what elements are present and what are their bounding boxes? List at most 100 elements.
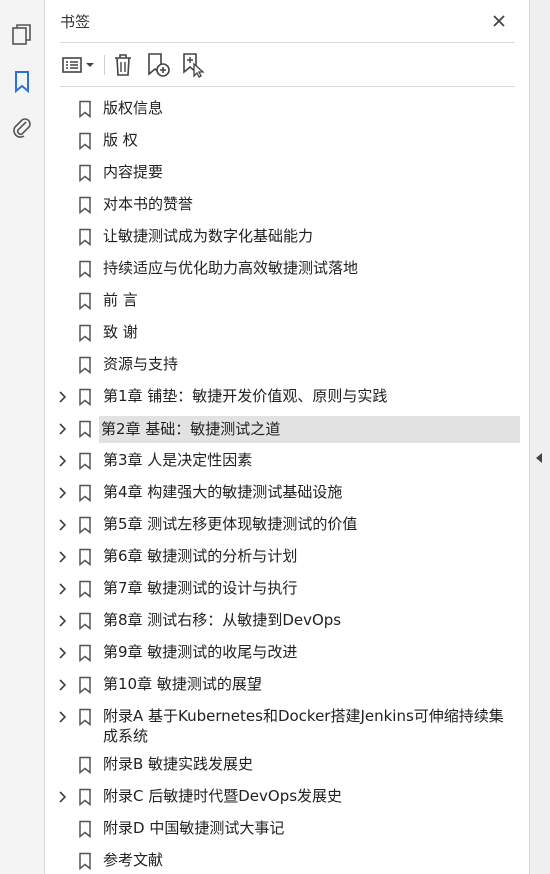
bookmark-icon [78, 356, 92, 375]
bookmark-item[interactable]: 第10章 敏捷测试的展望 [46, 669, 529, 701]
chevron-right-icon[interactable] [56, 548, 70, 566]
bookmarks-panel: 书签 版权信息 版 权 内容提要 对本书的赞誉 让敏捷测试成为数字化基础能力 持… [46, 0, 529, 874]
bookmark-icon [78, 196, 92, 215]
bookmark-label: 第5章 测试左移更体现敏捷测试的价值 [103, 515, 358, 533]
panel-header: 书签 [46, 0, 529, 42]
new-bookmark-icon[interactable] [144, 51, 172, 79]
bookmark-item[interactable]: 资源与支持 [46, 349, 529, 381]
bookmark-icon [78, 228, 92, 247]
chevron-right-icon[interactable] [56, 676, 70, 694]
bookmark-icon [78, 324, 92, 343]
bookmarks-icon[interactable] [8, 68, 36, 96]
bookmark-item[interactable]: 附录D 中国敏捷测试大事记 [46, 813, 529, 845]
pages-icon[interactable] [8, 21, 36, 49]
bookmark-icon [78, 516, 92, 535]
chevron-right-icon[interactable] [56, 580, 70, 598]
bookmark-label: 第3章 人是决定性因素 [103, 451, 253, 469]
toolbar-separator [104, 55, 105, 75]
bookmark-item[interactable]: 让敏捷测试成为数字化基础能力 [46, 221, 529, 253]
bookmark-icon [78, 260, 92, 279]
bookmark-label: 第8章 测试右移：从敏捷到DevOps [103, 611, 342, 629]
bookmark-label: 资源与支持 [103, 355, 179, 373]
bookmark-label: 致 谢 [103, 323, 138, 341]
bookmark-icon [78, 420, 92, 439]
bookmark-label: 版权信息 [103, 99, 164, 117]
bookmark-item[interactable]: 附录C 后敏捷时代暨DevOps发展史 [46, 781, 529, 813]
bookmark-label: 附录A 基于Kubernetes和Docker搭建Jenkins可伸缩持续集成系… [103, 707, 504, 745]
bookmark-icon [78, 164, 92, 183]
chevron-right-icon[interactable] [56, 788, 70, 806]
bookmark-item[interactable]: 前 言 [46, 285, 529, 317]
delete-bookmark-icon[interactable] [110, 51, 136, 79]
bookmark-icon [78, 756, 92, 775]
bookmark-item[interactable]: 附录A 基于Kubernetes和Docker搭建Jenkins可伸缩持续集成系… [46, 701, 529, 749]
bookmark-item[interactable]: 第2章 基础：敏捷测试之道 [46, 413, 529, 445]
bookmark-icon [78, 820, 92, 839]
bookmark-label: 内容提要 [103, 163, 164, 181]
bookmark-icon [78, 644, 92, 663]
navigation-rail [0, 0, 45, 874]
bookmark-label: 第6章 敏捷测试的分析与计划 [103, 547, 298, 565]
chevron-right-icon[interactable] [56, 452, 70, 470]
add-bookmark-from-structure-icon[interactable] [179, 51, 207, 79]
chevron-right-icon[interactable] [56, 388, 70, 406]
options-menu-icon[interactable] [60, 51, 98, 79]
bookmark-label: 对本书的赞誉 [103, 195, 194, 213]
close-icon[interactable] [488, 10, 510, 32]
bookmark-item[interactable]: 第1章 铺垫：敏捷开发价值观、原则与实践 [46, 381, 529, 413]
chevron-right-icon[interactable] [56, 516, 70, 534]
bookmark-icon [78, 292, 92, 311]
bookmark-icon [78, 708, 92, 727]
bookmark-label: 第7章 敏捷测试的设计与执行 [103, 579, 298, 597]
bookmark-icon [78, 132, 92, 151]
bookmark-icon [78, 676, 92, 695]
panel-title: 书签 [60, 13, 91, 31]
bookmark-icon [78, 100, 92, 119]
bookmark-icon [78, 484, 92, 503]
bookmark-label: 附录C 后敏捷时代暨DevOps发展史 [103, 787, 343, 805]
bookmark-item[interactable]: 持续适应与优化助力高效敏捷测试落地 [46, 253, 529, 285]
bookmark-label: 第10章 敏捷测试的展望 [103, 675, 262, 693]
chevron-right-icon[interactable] [56, 484, 70, 502]
bookmark-label: 让敏捷测试成为数字化基础能力 [103, 227, 314, 245]
chevron-right-icon[interactable] [56, 420, 70, 438]
bookmark-label: 参考文献 [103, 851, 164, 869]
bookmark-item[interactable]: 参考文献 [46, 845, 529, 874]
bookmark-item[interactable]: 第9章 敏捷测试的收尾与改进 [46, 637, 529, 669]
chevron-right-icon[interactable] [56, 708, 70, 726]
bookmark-item[interactable]: 第7章 敏捷测试的设计与执行 [46, 573, 529, 605]
bookmark-label: 持续适应与优化助力高效敏捷测试落地 [103, 259, 359, 277]
bookmark-item[interactable]: 版 权 [46, 125, 529, 157]
bookmark-item[interactable]: 第5章 测试左移更体现敏捷测试的价值 [46, 509, 529, 541]
bookmark-icon [78, 852, 92, 871]
attachments-icon[interactable] [8, 114, 36, 142]
chevron-right-icon[interactable] [56, 644, 70, 662]
bookmark-icon [78, 788, 92, 807]
bookmark-item[interactable]: 版权信息 [46, 93, 529, 125]
bookmark-icon [78, 580, 92, 599]
bookmark-label: 前 言 [103, 291, 138, 309]
chevron-right-icon[interactable] [56, 612, 70, 630]
bookmark-icon [78, 452, 92, 471]
bookmark-item[interactable]: 第6章 敏捷测试的分析与计划 [46, 541, 529, 573]
collapse-panel-icon[interactable] [533, 450, 545, 466]
bookmark-label: 版 权 [103, 131, 138, 149]
bookmark-label: 附录D 中国敏捷测试大事记 [103, 819, 285, 837]
bookmark-label: 第2章 基础：敏捷测试之道 [99, 416, 520, 443]
bookmark-icon [78, 612, 92, 631]
bookmark-icon [78, 388, 92, 407]
bookmark-item[interactable]: 第8章 测试右移：从敏捷到DevOps [46, 605, 529, 637]
bookmark-item[interactable]: 内容提要 [46, 157, 529, 189]
bookmark-item[interactable]: 附录B 敏捷实践发展史 [46, 749, 529, 781]
bookmark-item[interactable]: 对本书的赞誉 [46, 189, 529, 221]
toolbar-divider [60, 86, 515, 87]
header-divider [60, 42, 515, 43]
bookmark-label: 第4章 构建强大的敏捷测试基础设施 [103, 483, 343, 501]
bookmark-item[interactable]: 第3章 人是决定性因素 [46, 445, 529, 477]
panel-edge-strip [529, 0, 550, 874]
bookmark-label: 附录B 敏捷实践发展史 [103, 755, 254, 773]
bookmark-label: 第9章 敏捷测试的收尾与改进 [103, 643, 298, 661]
bookmark-item[interactable]: 致 谢 [46, 317, 529, 349]
bookmark-icon [78, 548, 92, 567]
bookmark-item[interactable]: 第4章 构建强大的敏捷测试基础设施 [46, 477, 529, 509]
